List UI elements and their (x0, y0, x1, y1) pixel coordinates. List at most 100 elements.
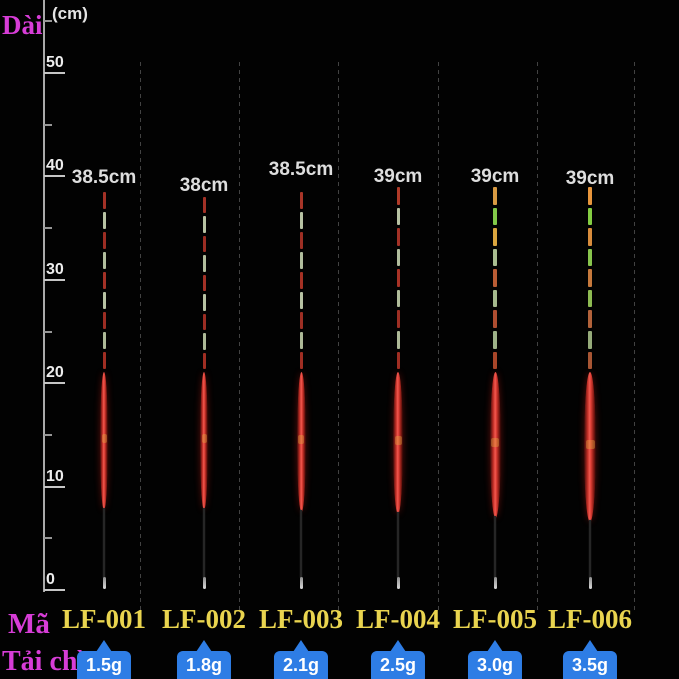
antenna-segment (299, 192, 303, 209)
ruler-tick-label: 0 (46, 571, 55, 588)
antenna-segment (396, 207, 400, 226)
float-keel-stem (103, 508, 105, 578)
antenna-segment (396, 310, 400, 328)
antenna-segment (102, 212, 106, 229)
antenna-segment (202, 216, 206, 233)
float-keel-tip (588, 577, 592, 589)
antenna-segment (493, 330, 497, 349)
antenna-segment (202, 235, 206, 253)
antenna-segment (588, 207, 592, 226)
float-keel-tip (299, 577, 303, 589)
float-keel-tip (493, 577, 497, 589)
ruler-tick (44, 20, 52, 23)
float-keel-tip (102, 577, 106, 589)
antenna-segment (396, 248, 400, 267)
float-antenna (493, 187, 497, 372)
antenna-segment (493, 207, 497, 226)
axis-unit-label: (cm) (52, 4, 88, 23)
dashed-separator-line (140, 62, 141, 610)
antenna-segment (102, 352, 106, 369)
product-code-label: LF-004 (356, 604, 440, 634)
weight-bubble: 2.1g (273, 640, 329, 679)
antenna-segment (588, 228, 592, 246)
ruler-tick (44, 485, 65, 488)
antenna-segment (493, 248, 497, 267)
dashed-separator-line (537, 62, 538, 610)
float-length-label: 39cm (470, 166, 520, 187)
product-code-label: LF-006 (548, 604, 632, 634)
weight-bubble-value: 3.0g (467, 651, 523, 679)
antenna-segment (588, 351, 592, 370)
antenna-segment (493, 289, 497, 308)
antenna-segment (493, 351, 497, 370)
ruler-tick (44, 175, 65, 178)
antenna-segment (396, 187, 400, 205)
float-body-gold-mark (394, 435, 402, 445)
ruler-tick-label: 40 (46, 157, 64, 175)
weight-bubble-value: 1.5g (76, 651, 132, 679)
antenna-segment (588, 187, 592, 205)
ruler-tick (44, 123, 52, 126)
antenna-segment (299, 272, 303, 289)
antenna-segment (396, 228, 400, 246)
weight-bubble: 2.5g (370, 640, 426, 679)
float-antenna (102, 192, 106, 372)
float-length-label: 39cm (373, 166, 423, 187)
dashed-separator-line (239, 62, 240, 610)
axis-side-label: Dài (2, 10, 43, 40)
ruler-axis-line (43, 0, 45, 592)
float-keel-tip (396, 577, 400, 589)
antenna-segment (202, 352, 206, 369)
antenna-segment (588, 310, 592, 328)
float-antenna (396, 187, 400, 372)
antenna-segment (299, 292, 303, 309)
dashed-separator-line (438, 62, 439, 610)
ruler-tick-label: 10 (46, 467, 64, 485)
antenna-segment (202, 294, 206, 311)
ruler-tick-label: 50 (46, 54, 64, 71)
float-body-gold-mark (491, 437, 499, 447)
float-keel-stem (494, 516, 496, 578)
product-code-label: LF-001 (62, 604, 146, 634)
product-measurement-canvas: Dài (cm) 50 40 30 20 10 0 38.5cm 38cm 38.5cm 39c… (0, 0, 679, 679)
ruler-tick (44, 72, 65, 74)
antenna-segment (588, 330, 592, 349)
float-length-label: 38.5cm (268, 159, 334, 180)
antenna-segment (102, 272, 106, 289)
float-length-label: 38.5cm (71, 167, 137, 188)
antenna-segment (396, 289, 400, 308)
antenna-segment (102, 232, 106, 249)
antenna-segment (299, 232, 303, 249)
ruler-tick (44, 227, 52, 230)
product-code-label: LF-003 (259, 604, 343, 634)
ruler-tick (44, 278, 65, 281)
antenna-segment (202, 255, 206, 272)
weight-bubble-value: 3.5g (562, 651, 618, 679)
weight-bubble: 1.8g (176, 640, 232, 679)
antenna-segment (202, 333, 206, 350)
float-antenna (202, 197, 206, 372)
antenna-segment (102, 312, 106, 329)
float-antenna (588, 187, 592, 372)
antenna-segment (396, 330, 400, 349)
ruler-tick (44, 433, 52, 436)
float-keel-tip (202, 577, 206, 589)
ruler-tick (44, 589, 65, 591)
antenna-segment (493, 228, 497, 246)
antenna-segment (396, 351, 400, 370)
weight-bubble: 3.0g (467, 640, 523, 679)
antenna-segment (588, 269, 592, 287)
float-keel-stem (203, 508, 205, 578)
float-body-gold-mark (101, 434, 107, 444)
antenna-segment (493, 310, 497, 328)
weight-bubble: 1.5g (76, 640, 132, 679)
antenna-segment (493, 269, 497, 287)
antenna-segment (102, 332, 106, 349)
float-body-gold-mark (585, 439, 595, 449)
float-antenna (299, 192, 303, 372)
antenna-segment (202, 274, 206, 292)
antenna-segment (299, 312, 303, 329)
float-keel-stem (300, 510, 302, 578)
antenna-segment (299, 332, 303, 349)
antenna-segment (102, 252, 106, 269)
